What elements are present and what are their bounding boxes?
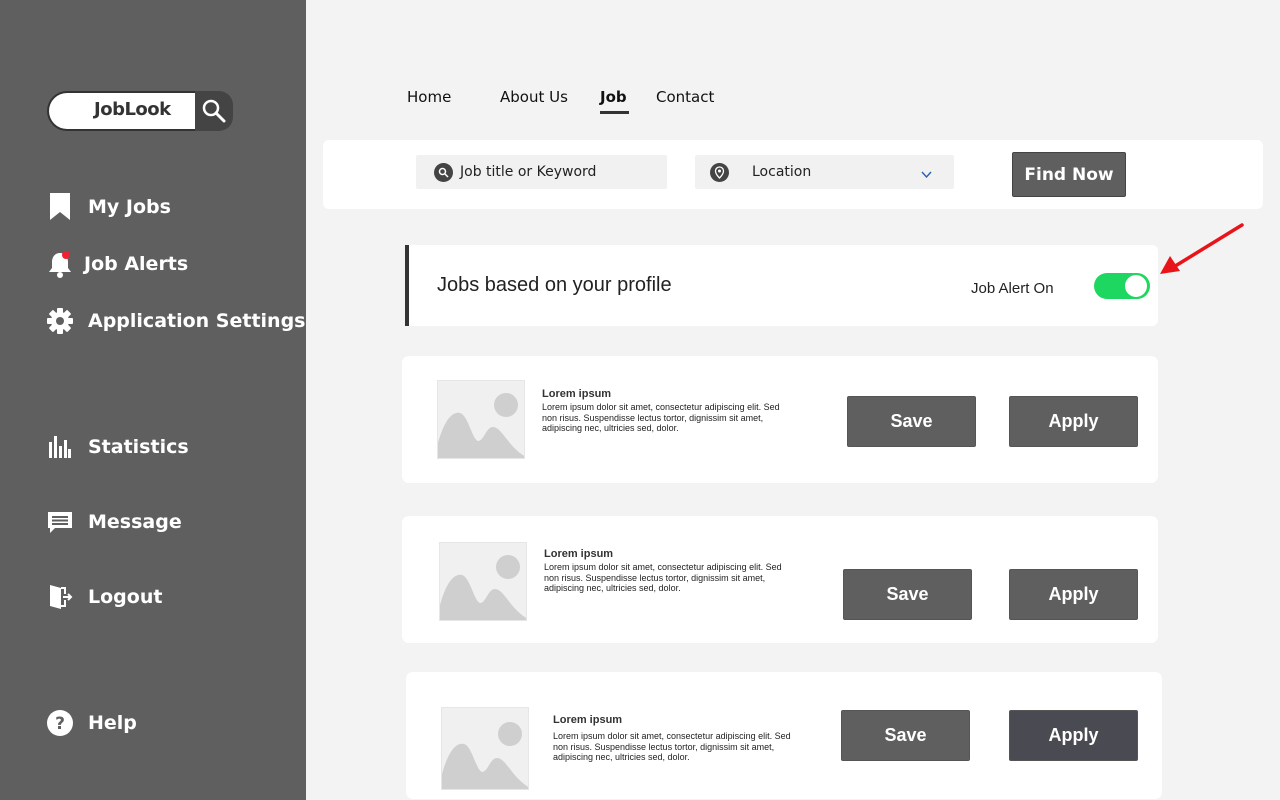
bell-icon bbox=[46, 250, 74, 278]
sidebar-item-my-jobs[interactable]: My Jobs bbox=[46, 193, 171, 221]
keyword-placeholder: Job title or Keyword bbox=[460, 164, 597, 180]
sidebar-item-label: Application Settings bbox=[88, 310, 306, 332]
help-icon: ? bbox=[46, 709, 74, 737]
location-select[interactable]: Location bbox=[695, 155, 954, 189]
active-tab-underline bbox=[600, 111, 629, 114]
svg-text:?: ? bbox=[55, 714, 65, 734]
job-card: Lorem ipsum Lorem ipsum dolor sit amet, … bbox=[406, 672, 1162, 799]
sidebar-item-help[interactable]: ? Help bbox=[46, 709, 137, 737]
save-button[interactable]: Save bbox=[843, 569, 972, 620]
search-icon bbox=[434, 162, 453, 182]
chevron-down-icon bbox=[921, 167, 932, 183]
image-placeholder-icon bbox=[441, 707, 529, 790]
banner-title: Jobs based on your profile bbox=[437, 274, 672, 296]
apply-button[interactable]: Apply bbox=[1009, 396, 1138, 447]
nav-home[interactable]: Home bbox=[407, 88, 451, 106]
sidebar-item-label: Statistics bbox=[88, 436, 189, 458]
toggle-knob bbox=[1125, 275, 1147, 297]
job-search-bar: Job title or Keyword Location Find Now bbox=[323, 140, 1263, 209]
sidebar-item-message[interactable]: Message bbox=[46, 508, 182, 536]
sidebar-item-label: My Jobs bbox=[88, 196, 171, 218]
job-title: Lorem ipsum bbox=[544, 548, 614, 560]
job-title: Lorem ipsum bbox=[553, 714, 623, 726]
top-navigation: Home About Us Job Contact bbox=[0, 88, 1280, 118]
bar-chart-icon bbox=[46, 433, 74, 461]
nav-job[interactable]: Job bbox=[600, 88, 627, 106]
job-description: Lorem ipsum dolor sit amet, consectetur … bbox=[542, 402, 780, 433]
sidebar-item-label: Logout bbox=[88, 586, 163, 608]
image-placeholder-icon bbox=[439, 542, 527, 621]
profile-jobs-banner: Jobs based on your profile Job Alert On bbox=[405, 245, 1158, 326]
apply-button[interactable]: Apply bbox=[1009, 569, 1138, 620]
save-button[interactable]: Save bbox=[847, 396, 976, 447]
job-card: Lorem ipsum Lorem ipsum dolor sit amet, … bbox=[402, 356, 1158, 483]
gear-icon bbox=[46, 307, 74, 335]
job-alert-toggle[interactable] bbox=[1094, 273, 1150, 299]
save-button[interactable]: Save bbox=[841, 710, 970, 761]
sidebar-item-label: Job Alerts bbox=[84, 253, 189, 275]
apply-button[interactable]: Apply bbox=[1009, 710, 1138, 761]
image-placeholder-icon bbox=[437, 380, 525, 459]
sidebar-item-application-settings[interactable]: Application Settings bbox=[46, 307, 306, 335]
job-description: Lorem ipsum dolor sit amet, consectetur … bbox=[544, 562, 782, 593]
sidebar: JobLook My Jobs Job Alerts Application S… bbox=[0, 0, 306, 800]
location-placeholder: Location bbox=[752, 164, 812, 180]
sidebar-item-label: Message bbox=[88, 511, 182, 533]
job-description: Lorem ipsum dolor sit amet, consectetur … bbox=[553, 731, 791, 762]
location-pin-icon bbox=[710, 162, 729, 182]
job-title: Lorem ipsum bbox=[542, 388, 612, 400]
logout-icon bbox=[46, 583, 74, 611]
accent-bar bbox=[405, 245, 409, 326]
job-alert-label: Job Alert On bbox=[971, 280, 1054, 297]
job-card: Lorem ipsum Lorem ipsum dolor sit amet, … bbox=[402, 516, 1158, 643]
sidebar-item-label: Help bbox=[88, 712, 137, 734]
nav-contact[interactable]: Contact bbox=[656, 88, 714, 106]
find-now-button[interactable]: Find Now bbox=[1012, 152, 1126, 197]
sidebar-item-logout[interactable]: Logout bbox=[46, 583, 162, 611]
keyword-input[interactable]: Job title or Keyword bbox=[416, 155, 667, 189]
bookmark-icon bbox=[46, 193, 74, 221]
message-icon bbox=[46, 508, 74, 536]
sidebar-item-job-alerts[interactable]: Job Alerts bbox=[46, 250, 188, 278]
nav-about-us[interactable]: About Us bbox=[500, 88, 568, 106]
annotation-arrow-icon bbox=[1160, 223, 1244, 274]
sidebar-item-statistics[interactable]: Statistics bbox=[46, 433, 189, 461]
